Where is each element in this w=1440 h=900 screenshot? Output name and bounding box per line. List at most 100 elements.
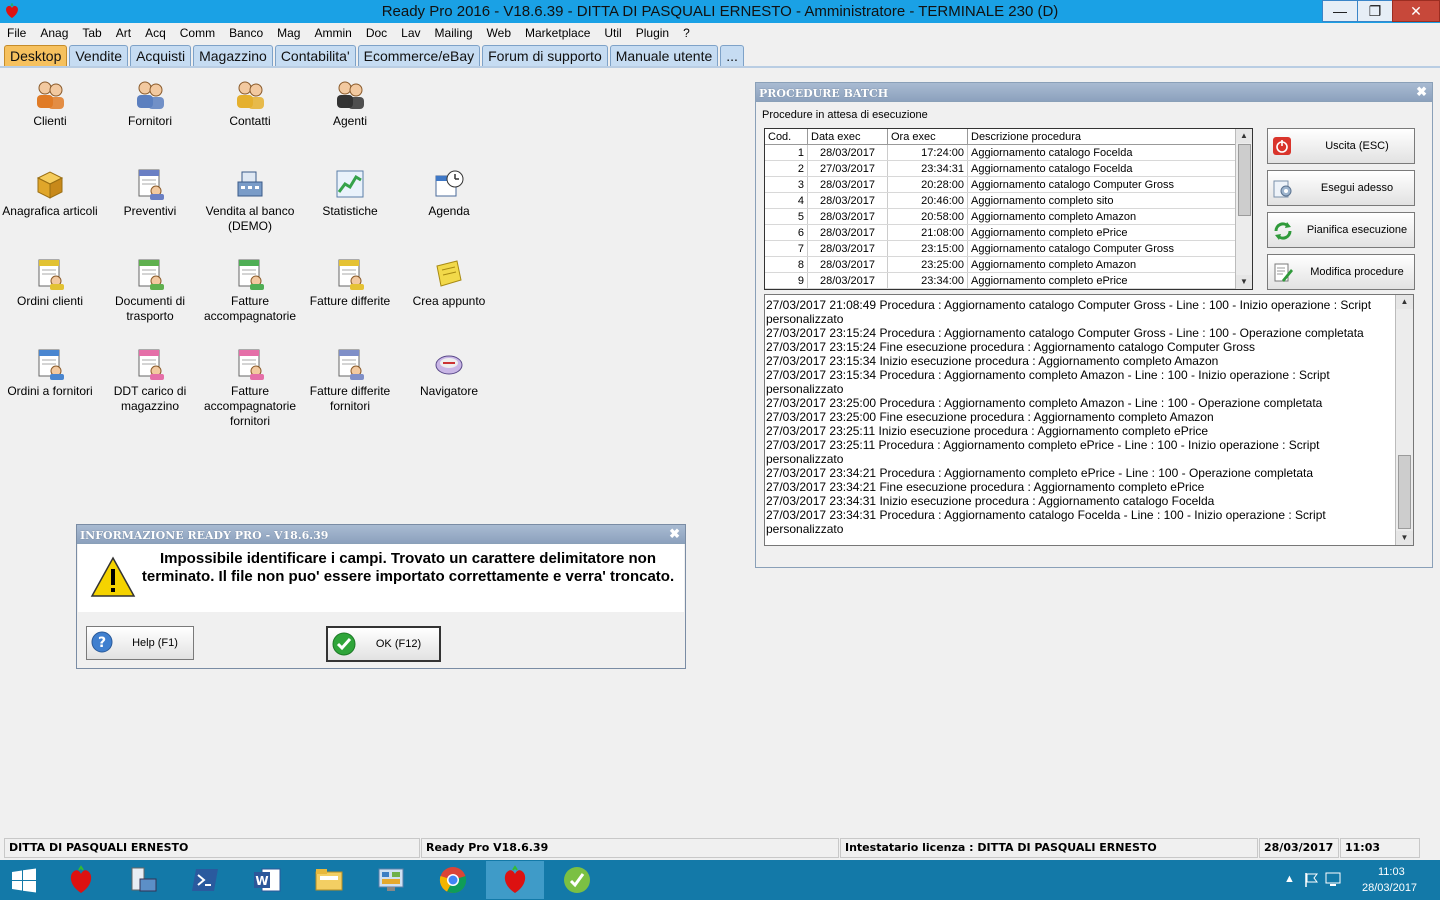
menu-comm[interactable]: Comm: [173, 24, 222, 42]
dialog-header: INFORMAZIONE READY PRO - V18.6.39 ✖: [77, 525, 685, 544]
table-row[interactable]: 2 27/03/2017 23:34:31 Aggiornamento catalog…: [765, 160, 1237, 177]
clock-time[interactable]: 11:03: [1378, 866, 1405, 878]
tab-ecommerce-ebay[interactable]: Ecommerce/eBay: [357, 45, 481, 66]
tab-contabilita[interactable]: Contabilita': [274, 45, 356, 66]
taskbar-powershell[interactable]: [176, 861, 234, 899]
grid-column-header[interactable]: Descrizione procedura: [967, 129, 1237, 145]
log-scroll-thumb[interactable]: [1398, 455, 1411, 529]
schedule-button[interactable]: Pianifica esecuzione: [1267, 212, 1415, 248]
clock-date[interactable]: 28/03/2017: [1362, 882, 1417, 894]
desktop-shortcut-agenda[interactable]: Agenda: [399, 168, 499, 219]
clients-icon: [37, 81, 64, 109]
tab-magazzino[interactable]: Magazzino: [193, 45, 273, 66]
grid-scrollbar[interactable]: ▲ ▼: [1235, 129, 1252, 289]
scroll-thumb[interactable]: [1238, 144, 1251, 216]
grid-column-header[interactable]: Data exec: [807, 129, 888, 145]
dialog-close-icon[interactable]: ✖: [669, 526, 680, 542]
taskbar-explorer[interactable]: [300, 861, 358, 899]
taskbar-word[interactable]: W: [238, 861, 296, 899]
menu-web[interactable]: Web: [480, 24, 518, 42]
menu-anag[interactable]: Anag: [33, 24, 75, 42]
menu-tab[interactable]: Tab: [75, 24, 108, 42]
menu-lav[interactable]: Lav: [394, 24, 427, 42]
menu-util[interactable]: Util: [597, 24, 628, 42]
menu-art[interactable]: Art: [109, 24, 138, 42]
desktop-shortcut-fatture-differite[interactable]: Fatture differite: [300, 258, 400, 309]
desktop-shortcut-contatti[interactable]: Contatti: [200, 78, 300, 129]
desktop-shortcut-ordini-clienti[interactable]: Ordini clienti: [0, 258, 100, 309]
network-icon[interactable]: [1324, 872, 1342, 888]
desktop-shortcut-fornitori[interactable]: Fornitori: [100, 78, 200, 129]
desktop-shortcut-documenti-di-trasporto[interactable]: Documenti di trasporto: [100, 258, 200, 324]
desktop-shortcut-clienti[interactable]: Clienti: [0, 78, 100, 129]
tray-chevron-up-icon[interactable]: ▲: [1284, 873, 1295, 885]
run-now-button[interactable]: Esegui adesso: [1267, 170, 1415, 206]
menu-ammin[interactable]: Ammin: [307, 24, 358, 42]
table-row[interactable]: 9 28/03/2017 23:34:00 Aggiornamento complet…: [765, 272, 1237, 289]
batch-procedures-grid[interactable]: Cod. Data exec Ora exec Descrizione procedu…: [764, 128, 1253, 290]
log-scrollbar[interactable]: ▲ ▼: [1395, 295, 1413, 545]
execution-log[interactable]: 27/03/2017 21:08:49 Procedura : Aggiorna…: [764, 294, 1414, 546]
table-cell: 20:46:00: [887, 192, 968, 209]
table-row[interactable]: 8 28/03/2017 23:25:00 Aggiornamento complet…: [765, 256, 1237, 273]
desktop-shortcut-navigatore[interactable]: Navigatore: [399, 348, 499, 399]
desktop-shortcut-label: Fatture differite: [309, 294, 391, 308]
desktop-shortcut-fatture-accompagnatorie-fornitori[interactable]: Fatture accompagnatorie fornitori: [200, 348, 300, 429]
taskbar-network-admin[interactable]: [114, 861, 172, 899]
desktop-shortcut-statistiche[interactable]: Statistiche: [300, 168, 400, 219]
taskbar-chrome[interactable]: [424, 861, 482, 899]
menu-mailing[interactable]: Mailing: [428, 24, 480, 42]
log-scroll-up-icon[interactable]: ▲: [1396, 295, 1413, 309]
desktop-shortcut-ddt-carico-di-magazzino[interactable]: DDT carico di magazzino: [100, 348, 200, 414]
grid-column-header[interactable]: Cod.: [765, 129, 808, 145]
taskbar-control-panel[interactable]: [362, 861, 420, 899]
taskbar-ready-pro[interactable]: [52, 861, 110, 899]
desktop-shortcut-crea-appunto[interactable]: Crea appunto: [399, 258, 499, 309]
ok-button[interactable]: OK (F12): [326, 626, 441, 662]
desktop-shortcut-ordini-a-fornitori[interactable]: Ordini a fornitori: [0, 348, 100, 399]
tab-forum-di-supporto[interactable]: Forum di supporto: [482, 45, 608, 66]
desktop-shortcut-agenti[interactable]: Agenti: [300, 78, 400, 129]
taskbar-teamviewer[interactable]: [548, 861, 606, 899]
table-row[interactable]: 1 28/03/2017 17:24:00 Aggiornamento catalog…: [765, 144, 1237, 161]
edit-procedures-button[interactable]: Modifica procedure: [1267, 254, 1415, 290]
exit-button[interactable]: Uscita (ESC): [1267, 128, 1415, 164]
desktop-shortcut-fatture-differite-fornitori[interactable]: Fatture differite fornitori: [300, 348, 400, 414]
table-row[interactable]: 4 28/03/2017 20:46:00 Aggiornamento complet…: [765, 192, 1237, 209]
grid-column-header[interactable]: Ora exec: [887, 129, 968, 145]
help-button[interactable]: ? Help (F1): [86, 626, 194, 660]
menu-banco[interactable]: Banco: [222, 24, 270, 42]
tab-desktop[interactable]: Desktop: [4, 45, 68, 66]
table-row[interactable]: 5 28/03/2017 20:58:00 Aggiornamento complet…: [765, 208, 1237, 225]
desktop-shortcut-fatture-accompagnatorie[interactable]: Fatture accompagnatorie: [200, 258, 300, 324]
menu-acq[interactable]: Acq: [138, 24, 173, 42]
desktop-shortcut-label: Agenda: [428, 204, 470, 218]
menu-doc[interactable]: Doc: [359, 24, 394, 42]
minimize-button[interactable]: —: [1322, 0, 1358, 22]
menu-help[interactable]: ?: [676, 24, 697, 42]
desktop-shortcut-vendita-al-banco-demo-[interactable]: Vendita al banco (DEMO): [200, 168, 300, 234]
menu-plugin[interactable]: Plugin: [629, 24, 676, 42]
powershell-icon: [192, 869, 218, 891]
flag-icon[interactable]: [1304, 872, 1320, 888]
table-row[interactable]: 3 28/03/2017 20:28:00 Aggiornamento catalog…: [765, 176, 1237, 193]
taskbar-ready-pro-active[interactable]: [486, 861, 544, 899]
close-button[interactable]: ✕: [1392, 0, 1440, 22]
tab-more[interactable]: ...: [720, 45, 744, 66]
batch-close-icon[interactable]: ✖: [1416, 84, 1427, 100]
tab-vendite[interactable]: Vendite: [69, 45, 129, 66]
desktop-shortcut-anagrafica-articoli[interactable]: Anagrafica articoli: [0, 168, 100, 219]
menu-marketplace[interactable]: Marketplace: [518, 24, 597, 42]
menu-file[interactable]: File: [0, 24, 33, 42]
menu-mag[interactable]: Mag: [270, 24, 307, 42]
table-row[interactable]: 6 28/03/2017 21:08:00 Aggiornamento complet…: [765, 224, 1237, 241]
tab-manuale-utente[interactable]: Manuale utente: [609, 45, 719, 66]
log-scroll-down-icon[interactable]: ▼: [1396, 531, 1413, 545]
scroll-down-arrow-icon[interactable]: ▼: [1236, 275, 1252, 289]
table-row[interactable]: 7 28/03/2017 23:15:00 Aggiornamento catalog…: [765, 240, 1237, 257]
restore-button[interactable]: ❐: [1357, 0, 1393, 22]
start-button[interactable]: [0, 861, 48, 899]
tab-acquisti[interactable]: Acquisti: [130, 45, 192, 66]
scroll-up-arrow-icon[interactable]: ▲: [1236, 129, 1252, 143]
desktop-shortcut-preventivi[interactable]: Preventivi: [100, 168, 200, 219]
